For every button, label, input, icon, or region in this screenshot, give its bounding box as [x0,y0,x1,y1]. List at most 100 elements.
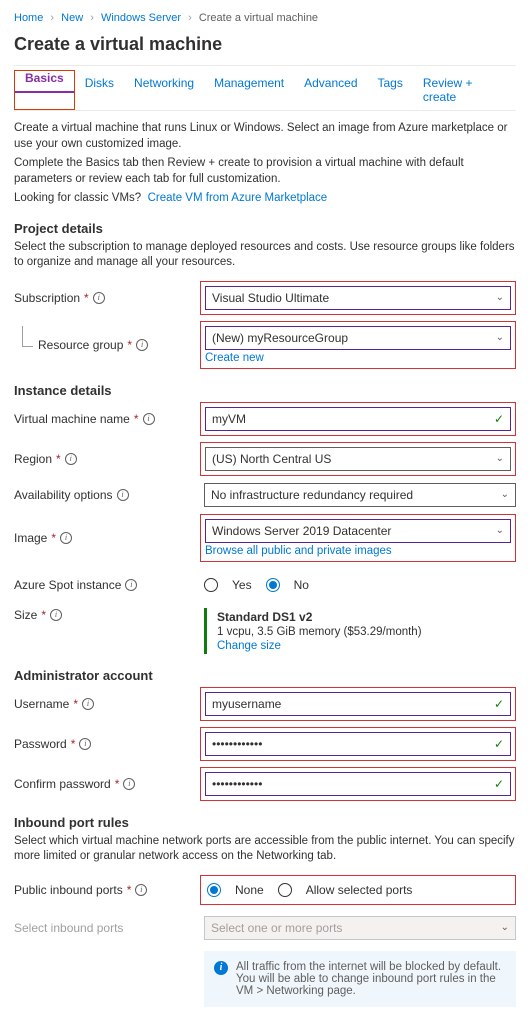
size-label: Size [14,608,37,622]
required-icon: * [115,777,120,791]
tab-disks[interactable]: Disks [75,70,124,110]
tab-review[interactable]: Review + create [413,70,516,110]
password-label: Password [14,737,67,751]
info-icon[interactable]: i [135,884,147,896]
info-icon[interactable]: i [117,489,129,501]
breadcrumb-windows-server[interactable]: Windows Server [101,12,181,24]
breadcrumb-new[interactable]: New [61,12,83,24]
password-value: •••••••••••• [212,737,262,751]
spot-yes-label: Yes [232,578,252,592]
admin-account-heading: Administrator account [14,668,516,683]
resource-group-select[interactable]: (New) myResourceGroup ⌄ [205,326,511,350]
resource-group-value: (New) myResourceGroup [212,331,348,345]
password-input[interactable]: •••••••••••• ✓ [205,732,511,756]
ports-allow-label: Allow selected ports [306,883,413,897]
intro-text-2: Complete the Basics tab then Review + cr… [14,156,516,187]
spot-no-radio[interactable] [266,578,280,592]
subscription-select[interactable]: Visual Studio Ultimate ⌄ [205,286,511,310]
chevron-right-icon: › [50,12,54,24]
size-detail: 1 vcpu, 3.5 GiB memory ($53.29/month) [217,626,506,638]
info-icon[interactable]: i [125,579,137,591]
chevron-down-icon: ⌄ [501,489,509,500]
info-icon[interactable]: i [60,532,72,544]
tab-management[interactable]: Management [204,70,294,110]
browse-images-link[interactable]: Browse all public and private images [205,545,511,557]
spot-yes-radio[interactable] [204,578,218,592]
breadcrumb: Home › New › Windows Server › Create a v… [14,8,516,28]
check-icon: ✓ [494,777,504,791]
image-label: Image [14,531,47,545]
image-select[interactable]: Windows Server 2019 Datacenter ⌄ [205,519,511,543]
required-icon: * [134,412,139,426]
ports-allow-radio[interactable] [278,883,292,897]
tab-advanced[interactable]: Advanced [294,70,367,110]
check-icon: ✓ [494,412,504,426]
image-value: Windows Server 2019 Datacenter [212,524,391,538]
required-icon: * [84,291,89,305]
project-details-heading: Project details [14,221,516,236]
vm-name-value: myVM [212,412,246,426]
tab-basics[interactable]: Basics [15,65,74,93]
chevron-down-icon: ⌄ [496,453,504,464]
select-ports-placeholder: Select one or more ports [211,921,342,935]
vm-name-input[interactable]: myVM ✓ [205,407,511,431]
availability-value: No infrastructure redundancy required [211,488,413,502]
chevron-down-icon: ⌄ [501,922,509,933]
required-icon: * [127,338,132,352]
check-icon: ✓ [494,697,504,711]
region-select[interactable]: (US) North Central US ⌄ [205,447,511,471]
vm-name-label: Virtual machine name [14,412,130,426]
change-size-link[interactable]: Change size [217,640,506,652]
breadcrumb-home[interactable]: Home [14,12,43,24]
info-icon[interactable]: i [143,413,155,425]
info-icon: i [214,961,228,975]
info-icon[interactable]: i [79,738,91,750]
confirm-password-value: •••••••••••• [212,777,262,791]
project-details-desc: Select the subscription to manage deploy… [14,240,516,271]
chevron-right-icon: › [90,12,94,24]
info-icon[interactable]: i [65,453,77,465]
inbound-info-box: i All traffic from the internet will be … [204,951,516,1007]
spot-label: Azure Spot instance [14,578,121,592]
subscription-label: Subscription [14,291,80,305]
subscription-value: Visual Studio Ultimate [212,291,329,305]
ports-none-radio[interactable] [207,883,221,897]
divider [14,65,516,66]
chevron-right-icon: › [188,12,192,24]
intro-text-1: Create a virtual machine that runs Linux… [14,121,516,152]
create-new-rg-link[interactable]: Create new [205,352,511,364]
availability-label: Availability options [14,488,113,502]
inbound-rules-heading: Inbound port rules [14,815,516,830]
required-icon: * [127,883,132,897]
username-value: myusername [212,697,281,711]
required-icon: * [73,697,78,711]
ports-none-label: None [235,883,264,897]
classic-vm-question: Looking for classic VMs? [14,192,141,204]
chevron-down-icon: ⌄ [496,332,504,343]
inbound-rules-desc: Select which virtual machine network por… [14,834,516,865]
info-icon[interactable]: i [50,609,62,621]
chevron-down-icon: ⌄ [496,525,504,536]
info-icon[interactable]: i [136,339,148,351]
select-ports-label: Select inbound ports [14,921,123,935]
tab-networking[interactable]: Networking [124,70,204,110]
tabs: Basics Disks Networking Management Advan… [14,70,516,111]
region-value: (US) North Central US [212,452,331,466]
required-icon: * [41,608,46,622]
confirm-password-input[interactable]: •••••••••••• ✓ [205,772,511,796]
info-icon[interactable]: i [82,698,94,710]
instance-details-heading: Instance details [14,383,516,398]
availability-select[interactable]: No infrastructure redundancy required ⌄ [204,483,516,507]
username-label: Username [14,697,69,711]
inbound-info-text: All traffic from the internet will be bl… [236,961,506,997]
info-icon[interactable]: i [93,292,105,304]
size-title: Standard DS1 v2 [217,610,506,624]
resource-group-label: Resource group [38,338,123,352]
tab-tags[interactable]: Tags [368,70,413,110]
select-ports-select: Select one or more ports ⌄ [204,916,516,940]
username-input[interactable]: myusername ✓ [205,692,511,716]
info-icon[interactable]: i [123,778,135,790]
create-vm-marketplace-link[interactable]: Create VM from Azure Marketplace [148,192,328,204]
chevron-down-icon: ⌄ [496,292,504,303]
required-icon: * [51,531,56,545]
